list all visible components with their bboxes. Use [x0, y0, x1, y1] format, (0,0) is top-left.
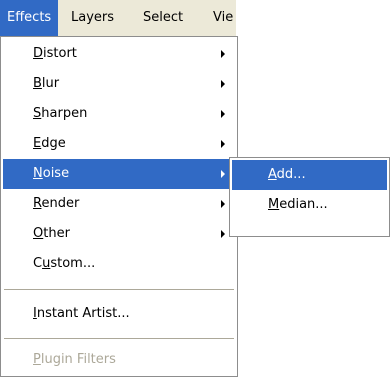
menu-layers[interactable]: Layers [64, 0, 121, 36]
menu-select[interactable]: Select [136, 0, 190, 36]
menu-effects-label: Effects [7, 10, 52, 25]
menu-view[interactable]: Vie [206, 0, 236, 36]
menu-item-label: Add... [268, 167, 306, 182]
menu-item-label: Custom... [33, 256, 96, 271]
menu-item-label: Plugin Filters [33, 352, 116, 367]
submenu-arrow-icon [221, 170, 225, 178]
menu-item-edge[interactable]: Edge [3, 129, 235, 159]
menu-item-label: Instant Artist... [33, 306, 130, 321]
menu-view-label: Vie [213, 10, 234, 25]
menu-item-label: Other [33, 226, 70, 241]
menu-effects[interactable]: Effects [0, 0, 59, 36]
menu-item-plugin-filters: Plugin Filters [3, 345, 235, 375]
menu-item-noise[interactable]: Noise [3, 159, 235, 189]
submenu-item-add[interactable]: Add... [232, 160, 387, 190]
menu-layers-label: Layers [71, 10, 115, 25]
effects-dropdown-menu: Distort Blur Sharpen Edge Noise Render O… [0, 36, 238, 377]
menu-item-blur[interactable]: Blur [3, 69, 235, 99]
submenu-arrow-icon [221, 50, 225, 58]
noise-submenu: Add... Median... [229, 157, 390, 237]
menu-item-label: Sharpen [33, 106, 88, 121]
menu-item-other[interactable]: Other [3, 219, 235, 249]
submenu-arrow-icon [221, 200, 225, 208]
submenu-item-median[interactable]: Median... [232, 190, 387, 220]
menu-item-render[interactable]: Render [3, 189, 235, 219]
menu-item-label: Render [33, 196, 80, 211]
menu-item-instant-artist[interactable]: Instant Artist... [3, 299, 235, 329]
submenu-arrow-icon [221, 110, 225, 118]
menu-separator [4, 289, 234, 290]
menu-item-label: Noise [33, 166, 70, 181]
menu-item-sharpen[interactable]: Sharpen [3, 99, 235, 129]
menu-item-custom[interactable]: Custom... [3, 249, 235, 279]
menu-separator [4, 338, 234, 339]
submenu-arrow-icon [221, 140, 225, 148]
menu-item-distort[interactable]: Distort [3, 39, 235, 69]
menu-item-label: Blur [33, 76, 60, 91]
menu-select-label: Select [143, 10, 184, 25]
submenu-arrow-icon [221, 80, 225, 88]
submenu-arrow-icon [221, 230, 225, 238]
menu-bar: Effects Layers Select Vie [0, 0, 236, 36]
menu-item-label: Median... [268, 197, 328, 212]
menu-item-label: Edge [33, 136, 66, 151]
menu-item-label: Distort [33, 46, 77, 61]
